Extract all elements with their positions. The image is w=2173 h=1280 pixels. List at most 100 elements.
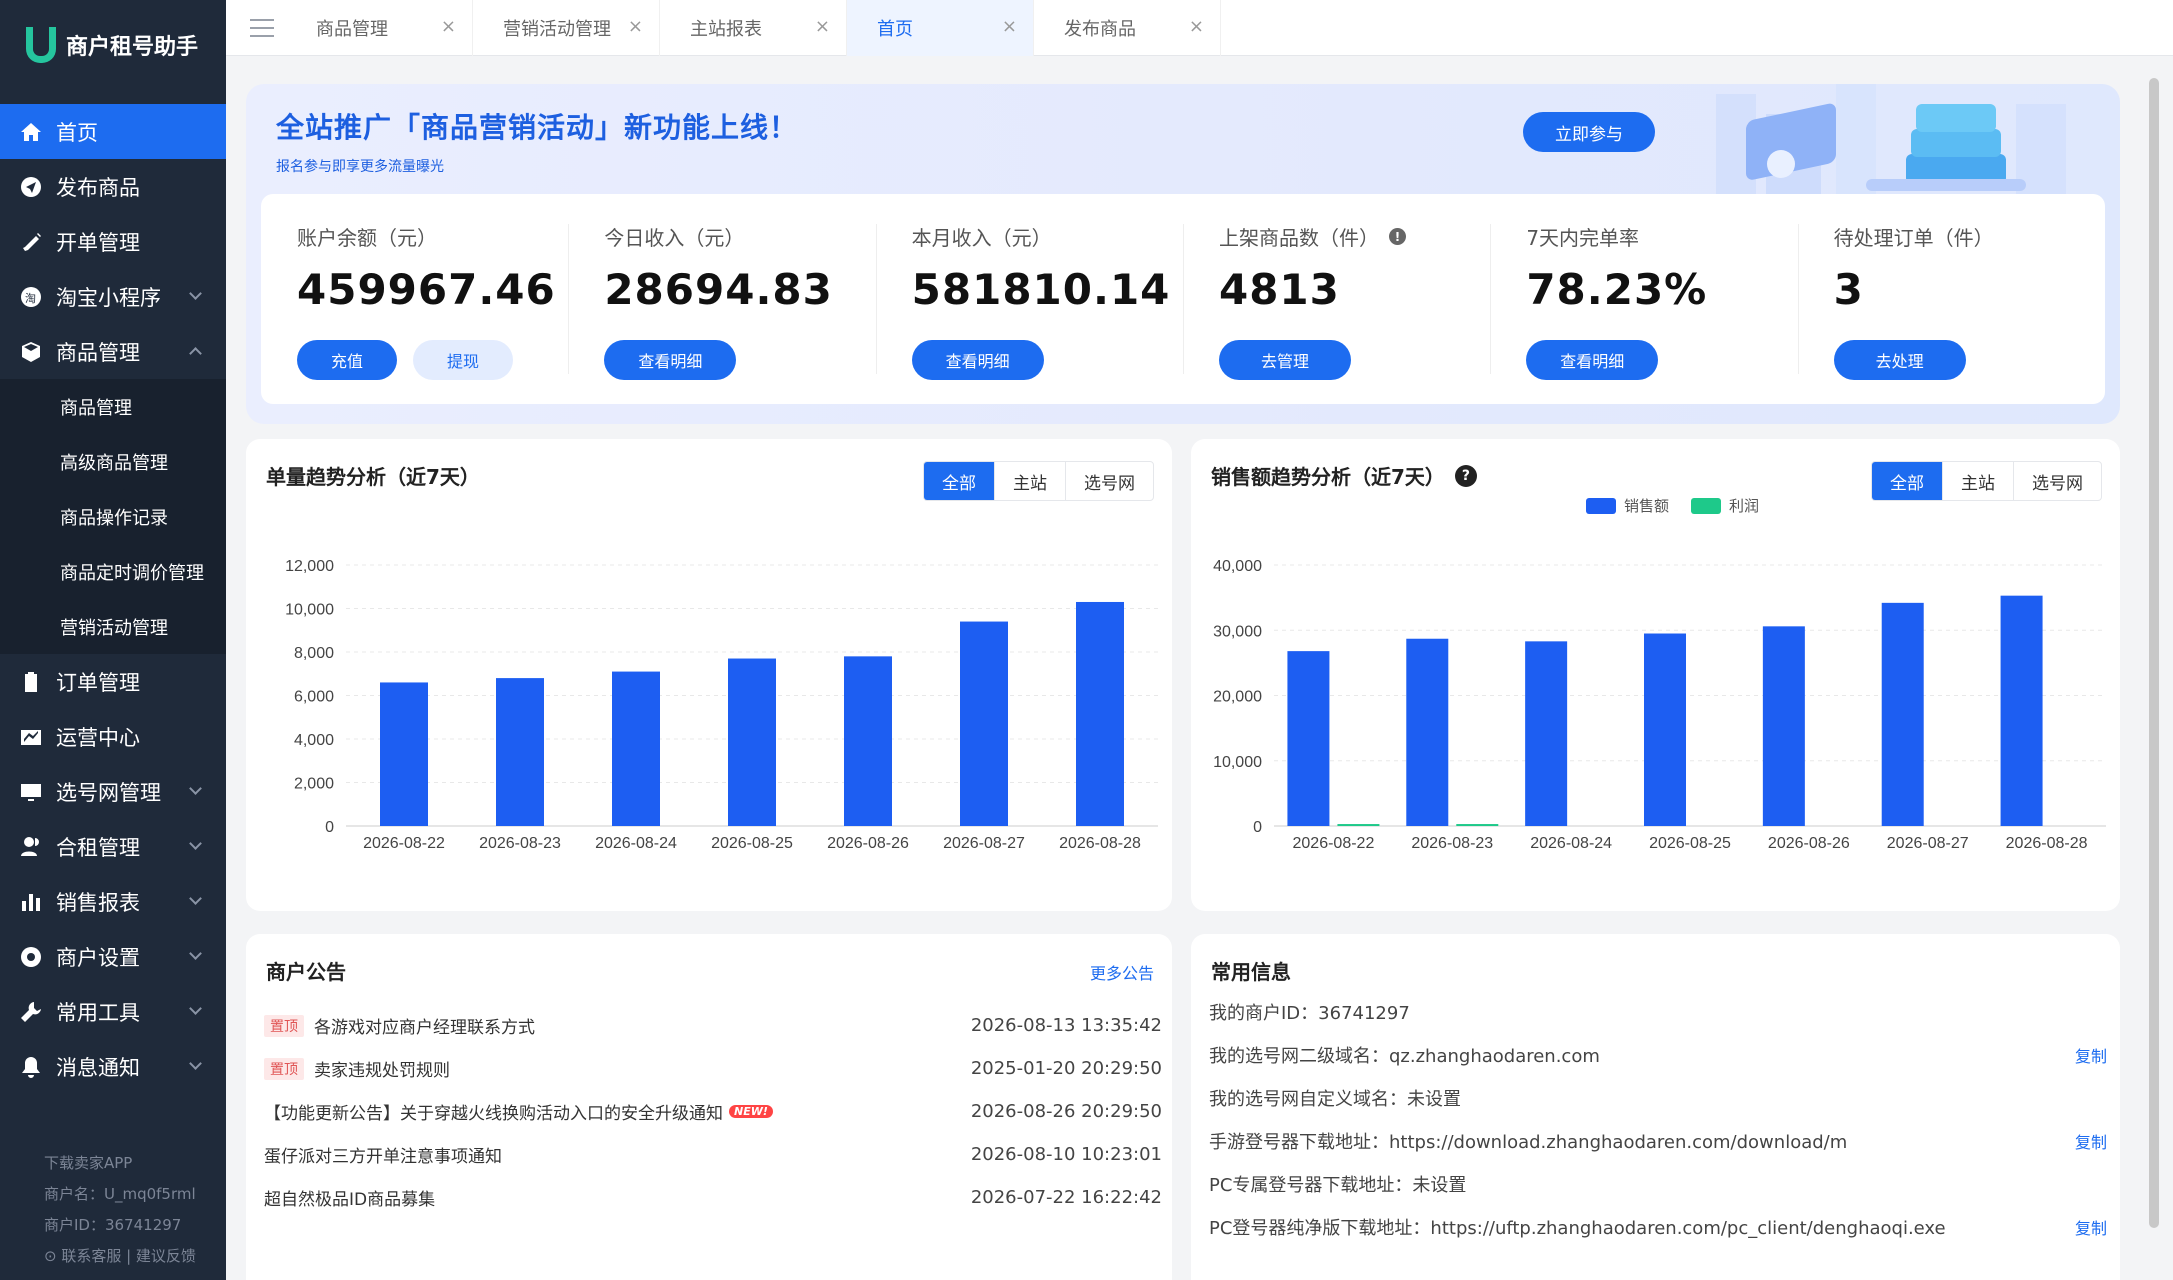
sidebar-subitem-0[interactable]: 商品管理	[0, 379, 226, 434]
stat-value: 459967.46	[297, 265, 556, 314]
bar[interactable]	[1456, 824, 1499, 826]
chart-line-icon	[20, 726, 42, 748]
bar[interactable]	[844, 656, 892, 826]
sidebar-item-5[interactable]: 订单管理	[0, 654, 226, 709]
tab-0[interactable]: 商品管理 ×	[286, 0, 473, 56]
close-icon[interactable]: ×	[1002, 16, 1017, 37]
bar[interactable]	[1287, 651, 1330, 826]
announcement-item[interactable]: 【功能更新公告】关于穿越火线换购活动入口的安全升级通知 NEW! 2026-08-2…	[264, 1090, 1162, 1133]
copy-button[interactable]: 复制	[2075, 1129, 2107, 1153]
tab-label: 主站报表	[690, 18, 762, 40]
gear-icon	[20, 946, 42, 968]
sidebar-item-1[interactable]: 发布商品	[0, 159, 226, 214]
scrollbar[interactable]	[2149, 66, 2159, 1266]
y-tick-label: 20,000	[1213, 689, 1262, 706]
stat-action-button[interactable]: 提现	[413, 340, 513, 380]
announcement-text: 超自然极品ID商品募集	[264, 1190, 436, 1210]
close-icon[interactable]: ×	[1189, 16, 1204, 37]
tab-3[interactable]: 首页 ×	[847, 0, 1034, 56]
bar[interactable]	[1762, 626, 1805, 826]
bar[interactable]	[1406, 638, 1449, 826]
close-icon[interactable]: ×	[628, 16, 643, 37]
sidebar-item-10[interactable]: 商户设置	[0, 929, 226, 984]
copy-button[interactable]: 复制	[2075, 1043, 2107, 1067]
sidebar-item-label: 开单管理	[56, 230, 140, 255]
close-icon[interactable]: ×	[441, 16, 456, 37]
x-tick-label: 2026-08-27	[1887, 835, 1969, 852]
announcement-item[interactable]: 超自然极品ID商品募集 2026-07-22 16:22:42	[264, 1176, 1162, 1219]
bar[interactable]	[960, 621, 1008, 826]
info-row: 我的选号网二级域名：qz.zhanghaodaren.com 复制	[1209, 1033, 2107, 1076]
sidebar-item-3[interactable]: 淘 淘宝小程序	[0, 269, 226, 324]
info-text: 我的选号网自定义域名：未设置	[1209, 1088, 1461, 1110]
copy-button[interactable]: 复制	[2075, 1215, 2107, 1239]
bar[interactable]	[1337, 824, 1380, 826]
more-announcements-link[interactable]: 更多公告	[1090, 960, 1154, 984]
tab-1[interactable]: 营销活动管理 ×	[473, 0, 660, 56]
y-tick-label: 2,000	[294, 776, 334, 793]
x-tick-label: 2026-08-25	[1649, 835, 1731, 852]
bar[interactable]	[2000, 595, 2043, 826]
order-trend-card: 单量趋势分析（近7天） 全部 主站 选号网 0 2,000 4,000 6,000 8,00…	[246, 439, 1172, 911]
support-links[interactable]: ⊙ 联系客服 | 建议反馈	[44, 1241, 226, 1272]
app-logo[interactable]: 商户租号助手	[0, 0, 226, 90]
stat-card: 本月收入（元） 581810.14 查看明细	[875, 194, 1183, 404]
tab-4[interactable]: 发布商品 ×	[1034, 0, 1221, 56]
sidebar-subitem-2[interactable]: 商品操作记录	[0, 489, 226, 544]
merchant-name: 商户名：U_mq0f5rml	[44, 1185, 196, 1203]
close-icon[interactable]: ×	[815, 16, 830, 37]
announcement-text: 卖家违规处罚规则	[314, 1061, 450, 1081]
bar[interactable]	[1076, 601, 1124, 826]
sidebar-subitem-4[interactable]: 营销活动管理	[0, 599, 226, 654]
stat-action-button[interactable]: 查看明细	[604, 340, 737, 380]
join-now-button[interactable]: 立即参与	[1523, 112, 1655, 152]
tab-2[interactable]: 主站报表 ×	[660, 0, 847, 56]
x-tick-label: 2026-08-25	[711, 835, 793, 852]
bar[interactable]	[496, 678, 544, 826]
info-row: 手游登号器下载地址：https://download.zhanghaodaren…	[1209, 1119, 2107, 1162]
sidebar-item-12[interactable]: 消息通知	[0, 1039, 226, 1094]
info-row: PC登号器纯净版下载地址：https://uftp.zhanghaodaren.…	[1209, 1205, 2107, 1248]
sidebar-item-7[interactable]: 选号网管理	[0, 764, 226, 819]
stat-action-button[interactable]: 充值	[297, 340, 397, 380]
bar[interactable]	[1881, 602, 1924, 826]
bar[interactable]	[612, 671, 660, 826]
sidebar-item-4[interactable]: 商品管理	[0, 324, 226, 379]
info-icon[interactable]: !	[1388, 228, 1406, 245]
stat-action-button[interactable]: 去处理	[1833, 340, 1966, 380]
sidebar-item-6[interactable]: 运营中心	[0, 709, 226, 764]
sidebar-item-label: 订单管理	[56, 670, 140, 695]
announcement-item[interactable]: 蛋仔派对三方开单注意事项通知 2026-08-10 10:23:01	[264, 1133, 1162, 1176]
x-tick-label: 2026-08-23	[479, 835, 561, 852]
sidebar-item-9[interactable]: 销售报表	[0, 874, 226, 929]
sidebar-item-2[interactable]: 开单管理	[0, 214, 226, 269]
sidebar-item-8[interactable]: 合租管理	[0, 819, 226, 874]
stat-card: 账户余额（元） 459967.46 充值 提现	[261, 194, 568, 404]
home-icon	[20, 121, 42, 143]
scroll-thumb[interactable]	[2149, 78, 2159, 1228]
stat-action-button[interactable]: 查看明细	[911, 340, 1044, 380]
announcement-item[interactable]: 置顶 卖家违规处罚规则 2025-01-20 20:29:50	[264, 1047, 1162, 1090]
menu-toggle-icon[interactable]	[250, 0, 286, 56]
stat-action-button[interactable]: 查看明细	[1526, 340, 1659, 380]
sidebar-item-0[interactable]: 首页	[0, 104, 226, 159]
bar[interactable]	[1525, 641, 1568, 826]
bar[interactable]	[380, 682, 428, 826]
sidebar-subitem-3[interactable]: 商品定时调价管理	[0, 544, 226, 599]
sidebar-subitem-1[interactable]: 高级商品管理	[0, 434, 226, 489]
stat-action-button[interactable]: 去管理	[1218, 340, 1351, 380]
info-text: PC登号器纯净版下载地址：https://uftp.zhanghaodaren.…	[1209, 1217, 1946, 1239]
bar-chart-icon	[20, 891, 42, 913]
common-info-card: 常用信息 我的商户ID：36741297 我的选号网二级域名：qz.zhangha…	[1191, 934, 2120, 1280]
banner-subtitle: 报名参与即享更多流量曝光	[276, 159, 444, 175]
download-app-link[interactable]: 下载卖家APP	[44, 1148, 226, 1179]
y-tick-label: 10,000	[1213, 754, 1262, 771]
sales-trend-card: 销售额趋势分析（近7天）? 全部 主站 选号网 销售额 利润 0 10,000 20,0…	[1191, 439, 2120, 911]
bar[interactable]	[728, 658, 776, 826]
pencil-icon	[20, 231, 42, 253]
announcement-item[interactable]: 置顶 各游戏对应商户经理联系方式 2026-08-13 13:35:42	[264, 1004, 1162, 1047]
bar[interactable]	[1644, 633, 1686, 826]
sidebar-item-label: 消息通知	[56, 1055, 140, 1080]
sidebar-footer: 下载卖家APP 商户名：U_mq0f5rml 商户ID：36741297 ⊙ 联…	[0, 1148, 226, 1280]
sidebar-item-11[interactable]: 常用工具	[0, 984, 226, 1039]
